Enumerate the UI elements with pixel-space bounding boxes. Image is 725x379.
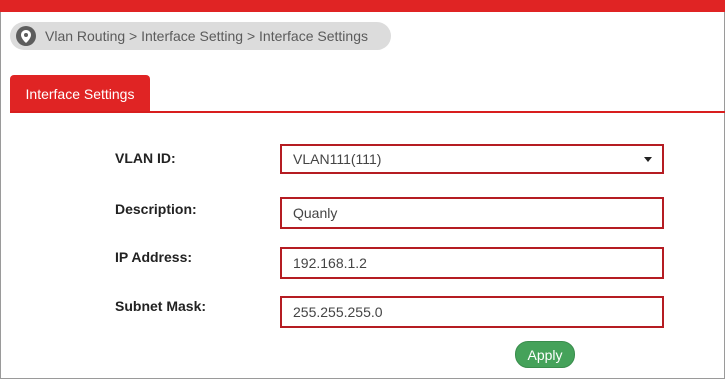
description-value: Quanly bbox=[293, 205, 338, 221]
vlan-id-select[interactable]: VLAN111(111) bbox=[280, 144, 664, 174]
subnet-mask-value: 255.255.255.0 bbox=[293, 304, 383, 320]
description-label: Description: bbox=[115, 201, 197, 217]
apply-button[interactable]: Apply bbox=[515, 341, 575, 368]
apply-button-label: Apply bbox=[527, 346, 563, 363]
tab-interface-settings[interactable]: Interface Settings bbox=[10, 75, 150, 112]
subnet-mask-label: Subnet Mask: bbox=[115, 298, 207, 314]
subnet-mask-field[interactable]: 255.255.255.0 bbox=[280, 296, 664, 328]
tab-label: Interface Settings bbox=[25, 85, 135, 102]
ip-address-field[interactable]: 192.168.1.2 bbox=[280, 247, 664, 279]
top-accent-bar bbox=[0, 0, 725, 12]
chevron-down-icon bbox=[644, 157, 652, 162]
vlan-id-selected-value: VLAN111(111) bbox=[293, 151, 382, 167]
location-pin-icon bbox=[16, 26, 36, 46]
ip-address-value: 192.168.1.2 bbox=[293, 255, 367, 271]
breadcrumb: Vlan Routing > Interface Setting > Inter… bbox=[10, 22, 391, 50]
ip-address-label: IP Address: bbox=[115, 249, 193, 265]
description-field[interactable]: Quanly bbox=[280, 197, 664, 229]
tab-underline bbox=[10, 111, 725, 113]
vlan-id-label: VLAN ID: bbox=[115, 150, 176, 166]
breadcrumb-text: Vlan Routing > Interface Setting > Inter… bbox=[45, 28, 368, 44]
